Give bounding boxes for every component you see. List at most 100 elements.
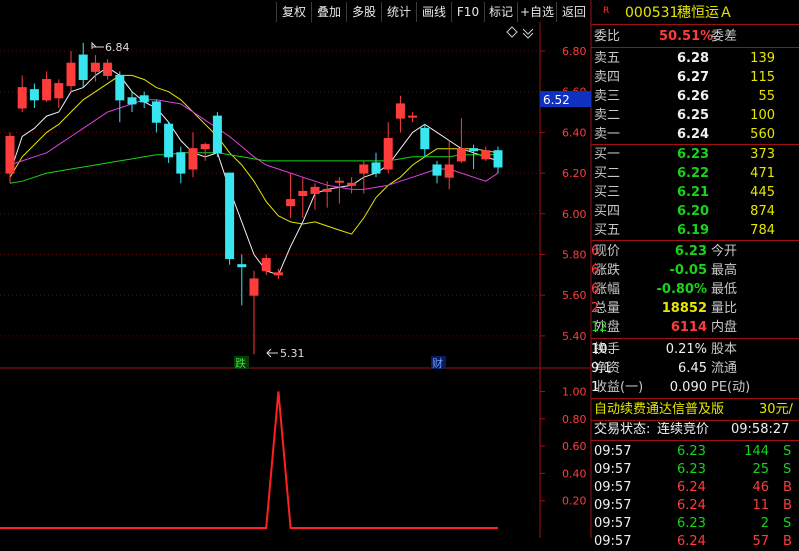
candle-body [481, 150, 491, 160]
candle [176, 146, 186, 184]
candle [286, 173, 296, 218]
add-watchlist-button[interactable]: +自选 [517, 2, 556, 22]
candle-body [200, 144, 210, 150]
ask-label: 卖三 [594, 89, 621, 104]
price-tick-label: 6.00 [562, 208, 587, 221]
ask-row: 卖三 6.26 55 [591, 88, 799, 106]
candle [493, 146, 503, 174]
stat-row: 涨幅 -0.80% 最低 6 [591, 281, 799, 299]
candle-body [432, 164, 442, 176]
tick-row: 09:57 6.23 2 S [591, 515, 799, 533]
candle-body [115, 74, 125, 101]
candle [188, 132, 198, 178]
indicator-tick-label: 0.40 [562, 467, 587, 480]
statistics-button[interactable]: 统计 [381, 2, 416, 22]
ask-label: 卖五 [594, 51, 621, 66]
moving-averages [9, 66, 499, 276]
restore-rights-button[interactable]: 复权 [276, 2, 311, 22]
candle-body [395, 103, 405, 119]
tick-row: 09:57 6.24 57 B [591, 533, 799, 551]
fund-label-2: 流通 [711, 361, 738, 376]
candle [54, 79, 64, 108]
back-button[interactable]: 返回 [556, 2, 591, 22]
fund-row: 净资 6.45 流通 9.1 [591, 360, 799, 378]
candle-body [90, 62, 100, 72]
indicator-signal-line [0, 391, 498, 529]
candle-body [298, 190, 308, 196]
ask-price: 6.24 [677, 127, 710, 142]
stat-label-2: 最低 [711, 282, 738, 297]
fund-value-2: 9.1 [591, 361, 612, 376]
trade-status-row: 交易状态: 连续竞价 09:58:27 [591, 421, 799, 439]
tick-time: 09:57 [594, 534, 632, 549]
candle-body [127, 97, 137, 105]
indicator-tick-label: 0.80 [562, 413, 587, 426]
candle [322, 181, 332, 208]
candle-body [347, 182, 357, 186]
order-ratio-label: 委比 [594, 29, 621, 44]
candle [200, 142, 210, 161]
fund-row: 收益(一) 0.090 PE(动) 1 [591, 379, 799, 397]
ma-line-1 [9, 66, 499, 276]
bid-label: 买二 [594, 166, 621, 181]
tick-row: 09:57 6.23 25 S [591, 461, 799, 479]
candle-body [103, 62, 113, 76]
candle-body [176, 152, 186, 174]
candle-body [42, 78, 52, 101]
candle [444, 140, 454, 190]
bid-label: 买一 [594, 147, 621, 162]
fund-value-2: 1 [591, 380, 600, 395]
chevron-down-icon[interactable] [522, 28, 534, 39]
tick-price: 6.23 [677, 444, 706, 459]
tick-volume: 25 [752, 462, 769, 477]
candle [139, 91, 149, 108]
event-marker-finance[interactable]: 财 [432, 356, 443, 370]
ask-price: 6.25 [677, 108, 710, 123]
tick-price: 6.23 [677, 516, 706, 531]
tick-time: 09:57 [594, 462, 632, 477]
candle-body [225, 172, 235, 260]
candle-body [188, 148, 198, 170]
promo-price[interactable]: 30元/ [759, 401, 793, 419]
mark-button[interactable]: 标记 [484, 2, 517, 22]
tick-price: 6.24 [677, 480, 706, 495]
indicator-tick-label: 0.60 [562, 440, 587, 453]
stat-value-2: 6 [591, 263, 600, 278]
stock-code: 000531 [625, 5, 679, 21]
tick-volume: 11 [752, 498, 769, 513]
fund-value-2: 10. [591, 342, 612, 357]
fund-value: 0.090 [669, 380, 707, 395]
candle-body [359, 164, 369, 174]
candle [29, 83, 39, 108]
candle [127, 91, 137, 113]
ask-label: 卖二 [594, 108, 621, 123]
bid-price: 6.21 [677, 185, 710, 200]
promo-row[interactable]: 自动续费通达信普及版 30元/ [591, 401, 799, 419]
draw-line-button[interactable]: 画线 [416, 2, 451, 22]
candle-body [139, 95, 149, 103]
indicator-line [0, 391, 498, 529]
multi-stock-button[interactable]: 多股 [346, 2, 381, 22]
order-diff-label: 委差 [711, 29, 738, 44]
candle [481, 146, 491, 161]
candle [432, 160, 442, 184]
diamond-icon[interactable] [506, 26, 518, 38]
tick-time: 09:57 [594, 480, 632, 495]
fund-label-2: 股本 [711, 342, 738, 357]
candle-body [493, 150, 503, 168]
tick-side: S [783, 516, 792, 531]
candle [66, 51, 76, 92]
indicator-tick-label: 0.20 [562, 495, 587, 508]
bid-label: 买四 [594, 204, 621, 219]
stock-header: R 000531 穗恒运Ａ [591, 4, 799, 22]
event-marker-fall[interactable]: 跌 [235, 356, 246, 370]
promo-text[interactable]: 自动续费通达信普及版 [594, 401, 724, 419]
candle-body [261, 258, 271, 272]
candle-body [164, 123, 174, 158]
price-tick-label: 6.20 [562, 167, 587, 180]
bid-volume: 874 [750, 204, 775, 219]
candle [298, 177, 308, 218]
overlay-button[interactable]: 叠加 [311, 2, 346, 22]
f10-button[interactable]: F10 [451, 2, 484, 22]
bid-label: 买三 [594, 185, 621, 200]
